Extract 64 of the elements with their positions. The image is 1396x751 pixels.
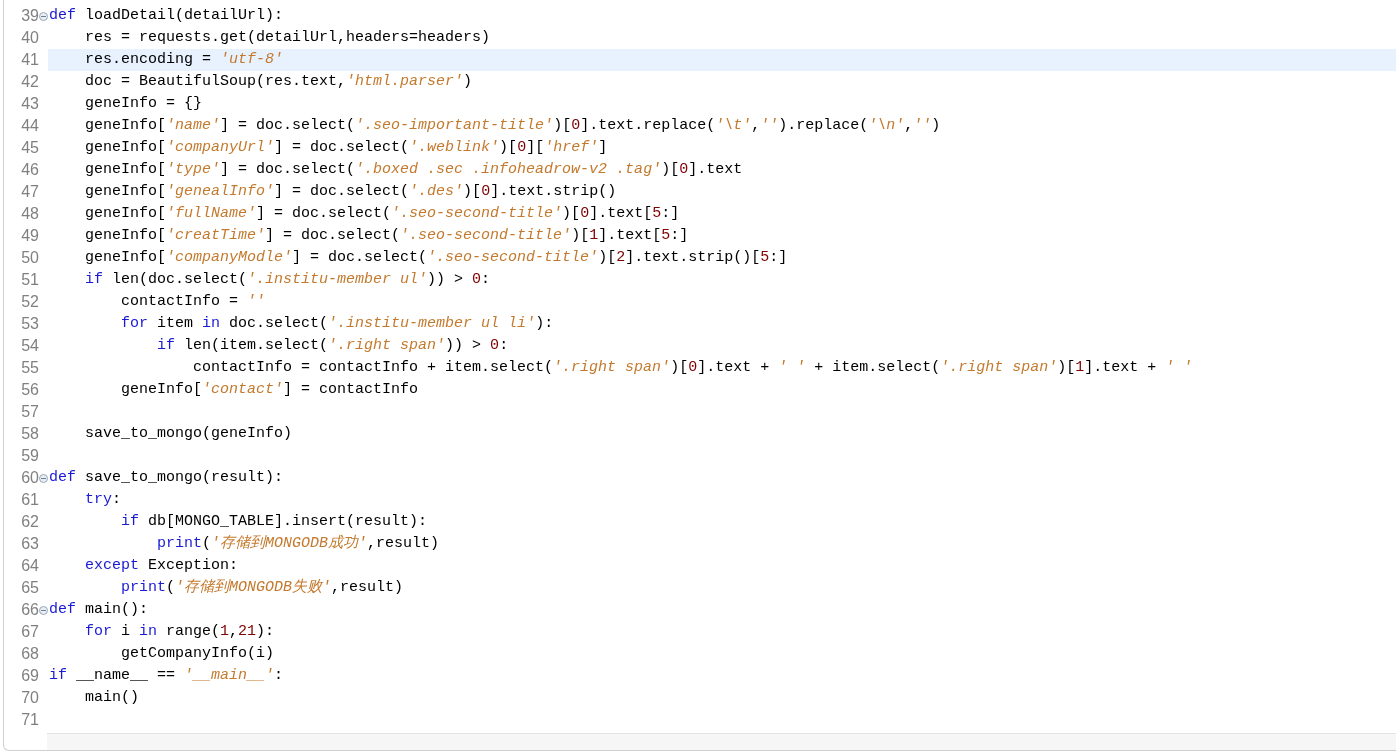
line-number: 46 (21, 162, 39, 178)
code-line: res.encoding = 'utf-8' (84, 49, 284, 70)
code-line: def loadDetail(detailUrl): (49, 5, 284, 26)
code-line: for item in doc.select('.institu-member ul li'): (120, 313, 554, 334)
line-number: 43 (21, 96, 39, 112)
line-number: 44 (21, 118, 39, 134)
line-number: 68 (21, 646, 39, 662)
line-number: 52 (21, 294, 39, 310)
line-number: 45 (21, 140, 39, 156)
code-line: if len(doc.select('.institu-member ul')) > 0: (84, 269, 491, 290)
code-line: geneInfo['fullName'] = doc.select('.seo-second-title')[0].text[5:] (84, 203, 680, 224)
line-number: 48 (21, 206, 39, 222)
code-line: save_to_mongo(geneInfo) (84, 423, 293, 444)
code-line: geneInfo['companyUrl'] = doc.select('.weblink')[0]['href'] (84, 137, 608, 158)
line-number: 62 (21, 514, 39, 530)
line-number: 57 (21, 404, 39, 420)
code-line: contactInfo = '' (120, 291, 266, 312)
line-number: 60 (21, 470, 39, 486)
line-number: 56 (21, 382, 39, 398)
code-line: getCompanyInfo(i) (120, 643, 275, 664)
line-number: 53 (21, 316, 39, 332)
code-line: def main(): (49, 599, 149, 620)
line-number: 71 (21, 712, 39, 728)
line-number: 63 (21, 536, 39, 552)
code-line: geneInfo['creatTime'] = doc.select('.seo-second-title')[1].text[5:] (84, 225, 689, 246)
line-number: 40 (21, 30, 39, 46)
code-line: if __name__ == '__main__': (49, 665, 284, 686)
code-line: geneInfo['companyModle'] = doc.select('.seo-second-title')[2].text.strip()[5:] (84, 247, 788, 268)
code-line: geneInfo['type'] = doc.select('.boxed .sec .infoheadrow-v2 .tag')[0].text (84, 159, 743, 180)
line-number: 61 (21, 492, 39, 508)
code-line: doc = BeautifulSoup(res.text,'html.parser') (84, 71, 473, 92)
code-line: except Exception: (84, 555, 239, 576)
code-line: geneInfo = {} (84, 93, 203, 114)
code-line: geneInfo['contact'] = contactInfo (120, 379, 419, 400)
line-number: 65 (21, 580, 39, 596)
line-number: 66 (21, 602, 39, 618)
code-line: geneInfo['genealInfo'] = doc.select('.des')[0].text.strip() (84, 181, 617, 202)
code-line: res = requests.get(detailUrl,headers=headers) (84, 27, 491, 48)
code-line: geneInfo['name'] = doc.select('.seo-important-title')[0].text.replace('\t','').replace('\n','') (84, 115, 941, 136)
horizontal-scrollbar[interactable] (47, 733, 1396, 750)
code-line: if db[MONGO_TABLE].insert(result): (120, 511, 428, 532)
code-line: try: (84, 489, 122, 510)
line-number: 55 (21, 360, 39, 376)
code-line: def save_to_mongo(result): (49, 467, 284, 488)
code-line: print('存储到MONGODB成功',result) (156, 533, 440, 554)
code-line: main() (84, 687, 139, 708)
line-number: 49 (21, 228, 39, 244)
code-line: contactInfo = contactInfo + item.select('.right span')[0].text + ' ' + item.select('.right span')[1].text + ' ' (192, 357, 1193, 378)
line-number: 47 (21, 184, 39, 200)
line-number: 54 (21, 338, 39, 354)
line-number: 59 (21, 448, 39, 464)
line-number: 42 (21, 74, 39, 90)
line-number: 58 (21, 426, 39, 442)
line-number: 67 (21, 624, 39, 640)
line-number: 70 (21, 690, 39, 706)
code-line: for i in range(1,21): (84, 621, 275, 642)
line-number: 41 (21, 52, 39, 68)
line-number: 64 (21, 558, 39, 574)
line-number: 39 (21, 8, 39, 24)
line-number: 69 (21, 668, 39, 684)
line-number: 51 (21, 272, 39, 288)
code-line: if len(item.select('.right span')) > 0: (156, 335, 509, 356)
line-number: 50 (21, 250, 39, 266)
code-line: print('存储到MONGODB失败',result) (120, 577, 404, 598)
